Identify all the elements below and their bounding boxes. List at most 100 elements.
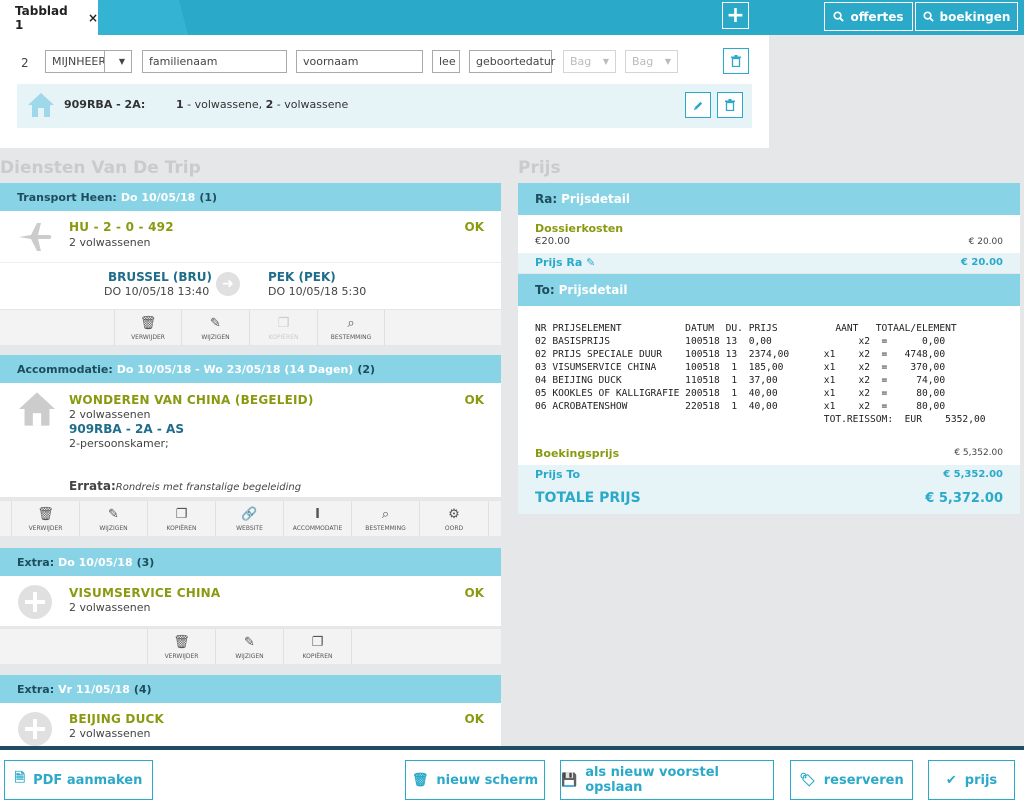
plus-circle-icon xyxy=(18,585,52,619)
nieuw-label: nieuw scherm xyxy=(436,772,539,788)
plus-circle-icon xyxy=(18,712,52,746)
reserveren-label: reserveren xyxy=(823,772,904,788)
familienaam-input[interactable]: familienaam xyxy=(142,50,287,73)
transport-status: OK xyxy=(464,220,485,234)
house-icon xyxy=(28,93,54,117)
search-icon xyxy=(833,11,845,22)
price-to-body: NR PRIJSELEMENT DATUM DU. PRIJS AANT TOT… xyxy=(518,306,1020,514)
reserveren-button[interactable]: 🏷 reserveren xyxy=(790,760,913,800)
accommodation-header[interactable]: Accommodatie: Do 10/05/18 - Wo 23/05/18 … xyxy=(0,355,501,383)
kopieren-button[interactable]: ❐ kopiëren xyxy=(249,310,317,346)
nieuw-scherm-button[interactable]: 🗑 nieuw scherm xyxy=(405,760,545,800)
boekingen-button[interactable]: boekingen xyxy=(915,2,1018,31)
kopieren-button[interactable]: ❐ kopiëren xyxy=(147,501,215,537)
wijzigen-button[interactable]: ✎ wijzigen xyxy=(215,629,283,665)
bag-select-1[interactable]: Bag ▼ xyxy=(563,50,616,73)
add-tab-button[interactable]: + xyxy=(722,2,749,29)
adults-text-1: - volwassene, xyxy=(183,98,266,111)
room-occupancy: 1 - volwassene, 2 - volwassene xyxy=(176,98,348,111)
dossierkosten-sub: €20.00 xyxy=(535,236,570,247)
departure-time: DO 10/05/18 13:40 xyxy=(104,285,210,298)
title-select[interactable]: MIJNHEER xyxy=(45,50,107,73)
trash-icon: 🗑 xyxy=(173,634,190,650)
prijs-ra-text: Prijs Ra xyxy=(535,256,583,269)
transport-count: (1) xyxy=(199,190,218,204)
edit-room-button[interactable] xyxy=(685,92,711,118)
accommodatie-info-button[interactable]: i accommodatie xyxy=(283,501,351,537)
extra-visum-status: OK xyxy=(464,586,485,600)
bag-select-2[interactable]: Bag ▼ xyxy=(625,50,678,73)
familienaam-placeholder: familienaam xyxy=(149,55,218,68)
bag-1-value: Bag xyxy=(570,55,592,68)
save-icon: 💾 xyxy=(561,772,578,788)
price-ra-header: Ra: Prijsdetail xyxy=(518,183,1020,215)
extra-duck-header[interactable]: Extra: Vr 11/05/18 (4) xyxy=(0,675,501,703)
divider xyxy=(0,262,501,263)
prijs-button[interactable]: ✔ prijs xyxy=(928,760,1015,800)
passenger-form: 2 MIJNHEER ▼ familienaam voornaam lee ge… xyxy=(0,35,769,148)
accommodation-date: Do 10/05/18 - Wo 23/05/18 (14 Dagen) xyxy=(116,362,354,376)
voornaam-input[interactable]: voornaam xyxy=(296,50,423,73)
action-label: kopiëren xyxy=(268,333,299,341)
transport-header[interactable]: Transport Heen: Do 10/05/18 (1) xyxy=(0,183,501,211)
lee-input[interactable]: lee xyxy=(432,50,460,73)
action-label: wijzigen xyxy=(201,333,230,341)
extra-count: (3) xyxy=(136,555,155,569)
action-label: bestemming xyxy=(365,524,406,532)
oord-button[interactable]: ⚙ oord xyxy=(419,501,489,537)
boekingen-label: boekingen xyxy=(939,9,1011,24)
geboortedatum-input[interactable]: geboortedatur xyxy=(469,50,556,73)
pencil-icon: ✎ xyxy=(108,506,119,522)
transport-actions: 🗑 verwijder ✎ wijzigen ❐ kopiëren ⌕ bestemmi… xyxy=(0,309,501,346)
delete-room-button[interactable] xyxy=(717,92,743,118)
errata-text: Rondreis met franstalige begeleiding xyxy=(115,482,302,493)
pdf-label: PDF aanmaken xyxy=(33,772,143,788)
caret-down-icon: ▼ xyxy=(602,57,609,66)
voornaam-placeholder: voornaam xyxy=(303,55,359,68)
offertes-button[interactable]: offertes xyxy=(824,2,913,31)
copy-icon: ❐ xyxy=(311,634,324,650)
arrival-airport: PEK (PEK) xyxy=(268,270,336,284)
arrow-right-icon: ➜ xyxy=(216,272,240,296)
opslaan-button[interactable]: 💾 als nieuw voorstel opslaan xyxy=(560,760,774,800)
title-value: MIJNHEER xyxy=(52,55,107,68)
action-label: verwijder xyxy=(28,524,63,532)
action-label: accommodatie xyxy=(292,524,343,532)
kopieren-button[interactable]: ❐ kopiëren xyxy=(283,629,352,665)
pencil-icon: ✎ xyxy=(244,634,255,650)
prijs-ra-row: Prijs Ra ✎ € 20.00 xyxy=(518,253,1020,273)
verwijder-button[interactable]: 🗑 verwijder xyxy=(147,629,215,665)
zoom-icon: ⌕ xyxy=(381,506,390,522)
tab-tabblad-1[interactable]: Tabblad 1 × xyxy=(0,0,98,35)
caret-down-icon: ▼ xyxy=(664,57,671,66)
action-label: verwijder xyxy=(131,333,165,341)
action-label: wijzigen xyxy=(235,652,264,660)
extra-visum-header[interactable]: Extra: Do 10/05/18 (3) xyxy=(0,548,501,576)
delete-passenger-button[interactable] xyxy=(723,48,749,74)
wijzigen-button[interactable]: ✎ wijzigen xyxy=(181,310,249,346)
to-detail-label: Prijsdetail xyxy=(558,283,628,297)
title-dropdown-toggle[interactable]: ▼ xyxy=(104,50,132,73)
bottom-action-bar: 🗎 PDF aanmaken 🗑 nieuw scherm 💾 als nieu… xyxy=(0,750,1024,805)
bestemming-button[interactable]: ⌕ bestemming xyxy=(317,310,385,346)
extra-visum-card: VISUMSERVICE CHINA 2 volwassenen OK xyxy=(0,576,501,626)
extra-duck-status: OK xyxy=(464,712,485,726)
dossierkosten-value: € 20.00 xyxy=(968,237,1003,247)
website-button[interactable]: 🔗 website xyxy=(215,501,283,537)
pencil-icon[interactable]: ✎ xyxy=(586,256,595,269)
transport-travellers: 2 volwassenen xyxy=(69,236,151,249)
tag-icon: 🏷 xyxy=(799,772,816,788)
verwijder-button[interactable]: 🗑 verwijder xyxy=(114,310,181,346)
prijs-to-row: Prijs To € 5,352.00 xyxy=(518,465,1020,485)
link-icon: 🔗 xyxy=(241,506,258,522)
pencil-icon xyxy=(693,101,702,110)
tab-close-icon[interactable]: × xyxy=(88,11,98,25)
pdf-aanmaken-button[interactable]: 🗎 PDF aanmaken xyxy=(4,760,153,800)
geboortedatum-placeholder: geboortedatur xyxy=(476,55,556,68)
accommodation-room-type: 2-persoonskamer; xyxy=(69,437,169,450)
bestemming-button[interactable]: ⌕ bestemming xyxy=(351,501,419,537)
accommodation-actions: 🗑 verwijder ✎ wijzigen ❐ kopiëren 🔗 website … xyxy=(0,500,501,537)
wijzigen-button[interactable]: ✎ wijzigen xyxy=(79,501,147,537)
trash-icon: 🗑 xyxy=(139,315,157,331)
verwijder-button[interactable]: 🗑 verwijder xyxy=(11,501,79,537)
